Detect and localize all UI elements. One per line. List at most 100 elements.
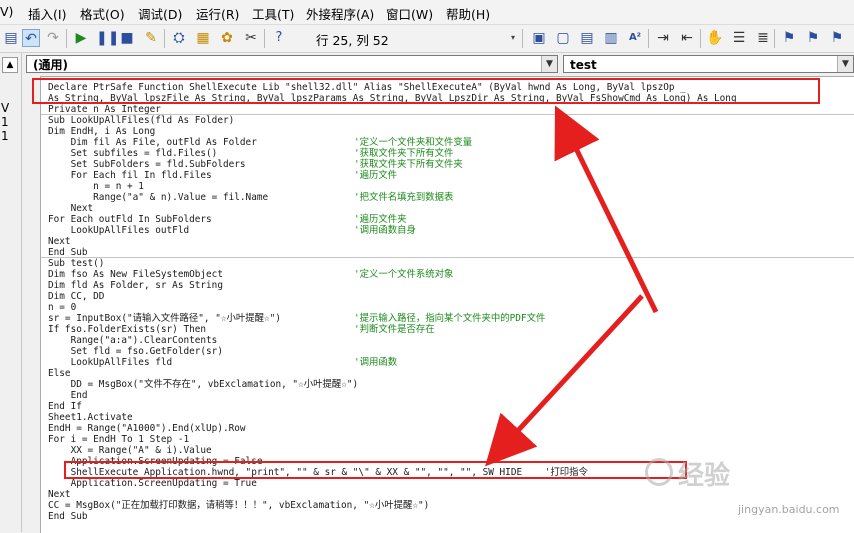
code-comment: '定义一个文件系统对象 bbox=[354, 269, 454, 280]
menu-help[interactable]: 帮助(H) bbox=[446, 4, 490, 23]
complete-word-icon[interactable]: A² bbox=[626, 29, 644, 47]
toggle-breakpoint-icon[interactable]: ✋ bbox=[706, 29, 724, 47]
code-line: sr = InputBox("请输入文件路径", "☆小叶提醒☆") bbox=[48, 313, 281, 324]
code-comment: '定义一个文件夹和文件变量 bbox=[354, 137, 473, 148]
code-comment: '判断文件是否存在 bbox=[354, 324, 435, 335]
code-line: Else bbox=[48, 368, 71, 379]
code-line: XX = Range("A" & i).Value bbox=[48, 445, 212, 456]
code-line: Dim fil As File, outFld As Folder bbox=[48, 137, 257, 148]
code-line: Dim fso As New FileSystemObject bbox=[48, 269, 223, 280]
pane-label-1: V bbox=[1, 101, 10, 115]
code-comment: '调用函数自身 bbox=[354, 225, 416, 236]
code-line: Dim CC, DD bbox=[48, 291, 105, 302]
code-line: DD = MsgBox("文件不存在", vbExclamation, "☆小叶… bbox=[48, 379, 359, 390]
quick-info-icon[interactable]: ▤ bbox=[578, 29, 596, 47]
undo-icon[interactable]: ↶ bbox=[22, 29, 40, 47]
menu-addins[interactable]: 外接程序(A) bbox=[306, 4, 374, 23]
standard-toolbar: ▤ ↶ ↷ ▶ ❚❚ ■ ✎ ⛭ ▦ ✿ ✂ ? ▾ ▣ ▢ ▤ ▥ A² ⇥ … bbox=[0, 25, 854, 53]
cursor-position: 行 25, 列 52 bbox=[316, 33, 389, 48]
watermark-text: 经验 bbox=[678, 461, 731, 491]
code-line: Set SubFolders = fld.SubFolders bbox=[48, 159, 246, 170]
code-line: End bbox=[48, 390, 88, 401]
code-line: Dim EndH, i As Long bbox=[48, 126, 156, 137]
code-line: For Each outFld In SubFolders bbox=[48, 214, 212, 225]
run-icon[interactable]: ▶ bbox=[72, 29, 90, 47]
toolbar-left-icon[interactable]: ▤ bbox=[2, 29, 20, 47]
code-line: Next bbox=[48, 236, 71, 247]
menu-view[interactable]: V) bbox=[0, 4, 13, 19]
toggle-bookmark-icon[interactable]: ⚑ bbox=[780, 29, 798, 47]
next-bookmark-icon[interactable]: ⚑ bbox=[804, 29, 822, 47]
project-explorer-icon[interactable]: ⛭ bbox=[170, 29, 188, 47]
code-line: n = 0 bbox=[48, 302, 77, 313]
menu-window[interactable]: 窗口(W) bbox=[386, 4, 433, 23]
prev-bookmark-icon[interactable]: ⚑ bbox=[828, 29, 846, 47]
indent-icon[interactable]: ⇥ bbox=[654, 29, 672, 47]
object-browser-icon[interactable]: ✿ bbox=[218, 29, 236, 47]
code-line: Next bbox=[48, 489, 71, 500]
toolbox-icon[interactable]: ✂ bbox=[242, 29, 260, 47]
code-line: Set fld = fso.GetFolder(sr) bbox=[48, 346, 223, 357]
watermark-url: jingyan.baidu.com bbox=[738, 503, 840, 516]
code-line: End Sub bbox=[48, 511, 88, 522]
highlight-box-declare bbox=[32, 78, 820, 104]
code-line: Sub LookUpAllFiles(fld As Folder) bbox=[48, 115, 235, 126]
code-line: Sheet1.Activate bbox=[48, 412, 133, 423]
menu-format[interactable]: 格式(O) bbox=[80, 4, 125, 23]
design-mode-icon[interactable]: ✎ bbox=[142, 29, 160, 47]
pane-label-2: 1 bbox=[1, 115, 9, 129]
procedure-separator bbox=[41, 257, 854, 258]
list-constants-icon[interactable]: ▢ bbox=[554, 29, 572, 47]
object-combo-value: (通用) bbox=[33, 58, 68, 72]
code-line: If fso.FolderExists(sr) Then bbox=[48, 324, 207, 335]
toolbar-overflow-icon[interactable]: ▾ bbox=[508, 29, 518, 47]
menu-insert[interactable]: 插入(I) bbox=[28, 4, 66, 23]
chevron-down-icon[interactable]: ▼ bbox=[837, 56, 853, 72]
code-comment: '把文件名填充到数据表 bbox=[354, 192, 454, 203]
code-line: Next bbox=[48, 203, 94, 214]
procedure-combo-value: test bbox=[570, 58, 597, 72]
code-line: Set subfiles = fld.Files() bbox=[48, 148, 218, 159]
pause-icon[interactable]: ❚❚ bbox=[96, 29, 119, 47]
code-comment: '遍历文件夹 bbox=[354, 214, 407, 225]
code-line: LookUpAllFiles outFld bbox=[48, 225, 190, 236]
code-line: End If bbox=[48, 401, 82, 412]
code-line: For Each fil In fld.Files bbox=[48, 170, 212, 181]
code-line: Dim fld As Folder, sr As String bbox=[48, 280, 223, 291]
baidu-logo-icon bbox=[645, 458, 673, 486]
code-line: Application.ScreenUpdating = True bbox=[48, 478, 257, 489]
code-comment: '遍历文件 bbox=[354, 170, 398, 181]
code-comment: '获取文件夹下所有文件 bbox=[354, 148, 454, 159]
redo-icon[interactable]: ↷ bbox=[44, 29, 62, 47]
menu-debug[interactable]: 调试(D) bbox=[138, 4, 182, 23]
menu-run[interactable]: 运行(R) bbox=[196, 4, 239, 23]
object-combo[interactable]: (通用) ▼ bbox=[26, 55, 558, 73]
code-line: Range("a:a").ClearContents bbox=[48, 335, 218, 346]
list-properties-icon[interactable]: ▣ bbox=[530, 29, 548, 47]
comment-block-icon[interactable]: ☰ bbox=[730, 29, 748, 47]
code-line: EndH = Range("A1000").End(xlUp).Row bbox=[48, 423, 246, 434]
code-line: n = n + 1 bbox=[48, 181, 144, 192]
parameter-info-icon[interactable]: ▥ bbox=[602, 29, 620, 47]
menu-bar: V) 插入(I) 格式(O) 调试(D) 运行(R) 工具(T) 外接程序(A)… bbox=[0, 0, 854, 25]
code-line: Range("a" & n).Value = fil.Name bbox=[48, 192, 269, 203]
project-pane-edge: ▲ V 1 1 bbox=[0, 53, 22, 532]
code-comment: '提示输入路径，指向某个文件夹中的PDF文件 bbox=[354, 313, 546, 324]
code-line: For i = EndH To 1 Step -1 bbox=[48, 434, 190, 445]
code-comment: '获取文件夹下所有文件夹 bbox=[354, 159, 463, 170]
pane-label-3: 1 bbox=[1, 129, 9, 143]
chevron-down-icon[interactable]: ▼ bbox=[541, 56, 557, 72]
properties-icon[interactable]: ▦ bbox=[194, 29, 212, 47]
code-line: Sub test() bbox=[48, 258, 105, 269]
highlight-box-shellexecute bbox=[64, 461, 687, 479]
help-icon[interactable]: ? bbox=[270, 29, 288, 47]
outdent-icon[interactable]: ⇤ bbox=[678, 29, 696, 47]
uncomment-block-icon[interactable]: ≣ bbox=[754, 29, 772, 47]
code-line: CC = MsgBox("正在加载打印数据，请稍等！！！", vbExclama… bbox=[48, 500, 430, 511]
procedure-combo[interactable]: test ▼ bbox=[563, 55, 854, 73]
menu-tools[interactable]: 工具(T) bbox=[252, 4, 294, 23]
stop-icon[interactable]: ■ bbox=[118, 29, 136, 47]
code-line: LookUpAllFiles fld bbox=[48, 357, 173, 368]
code-comment: '调用函数 bbox=[354, 357, 398, 368]
pane-scroll-icon[interactable]: ▲ bbox=[2, 57, 18, 73]
